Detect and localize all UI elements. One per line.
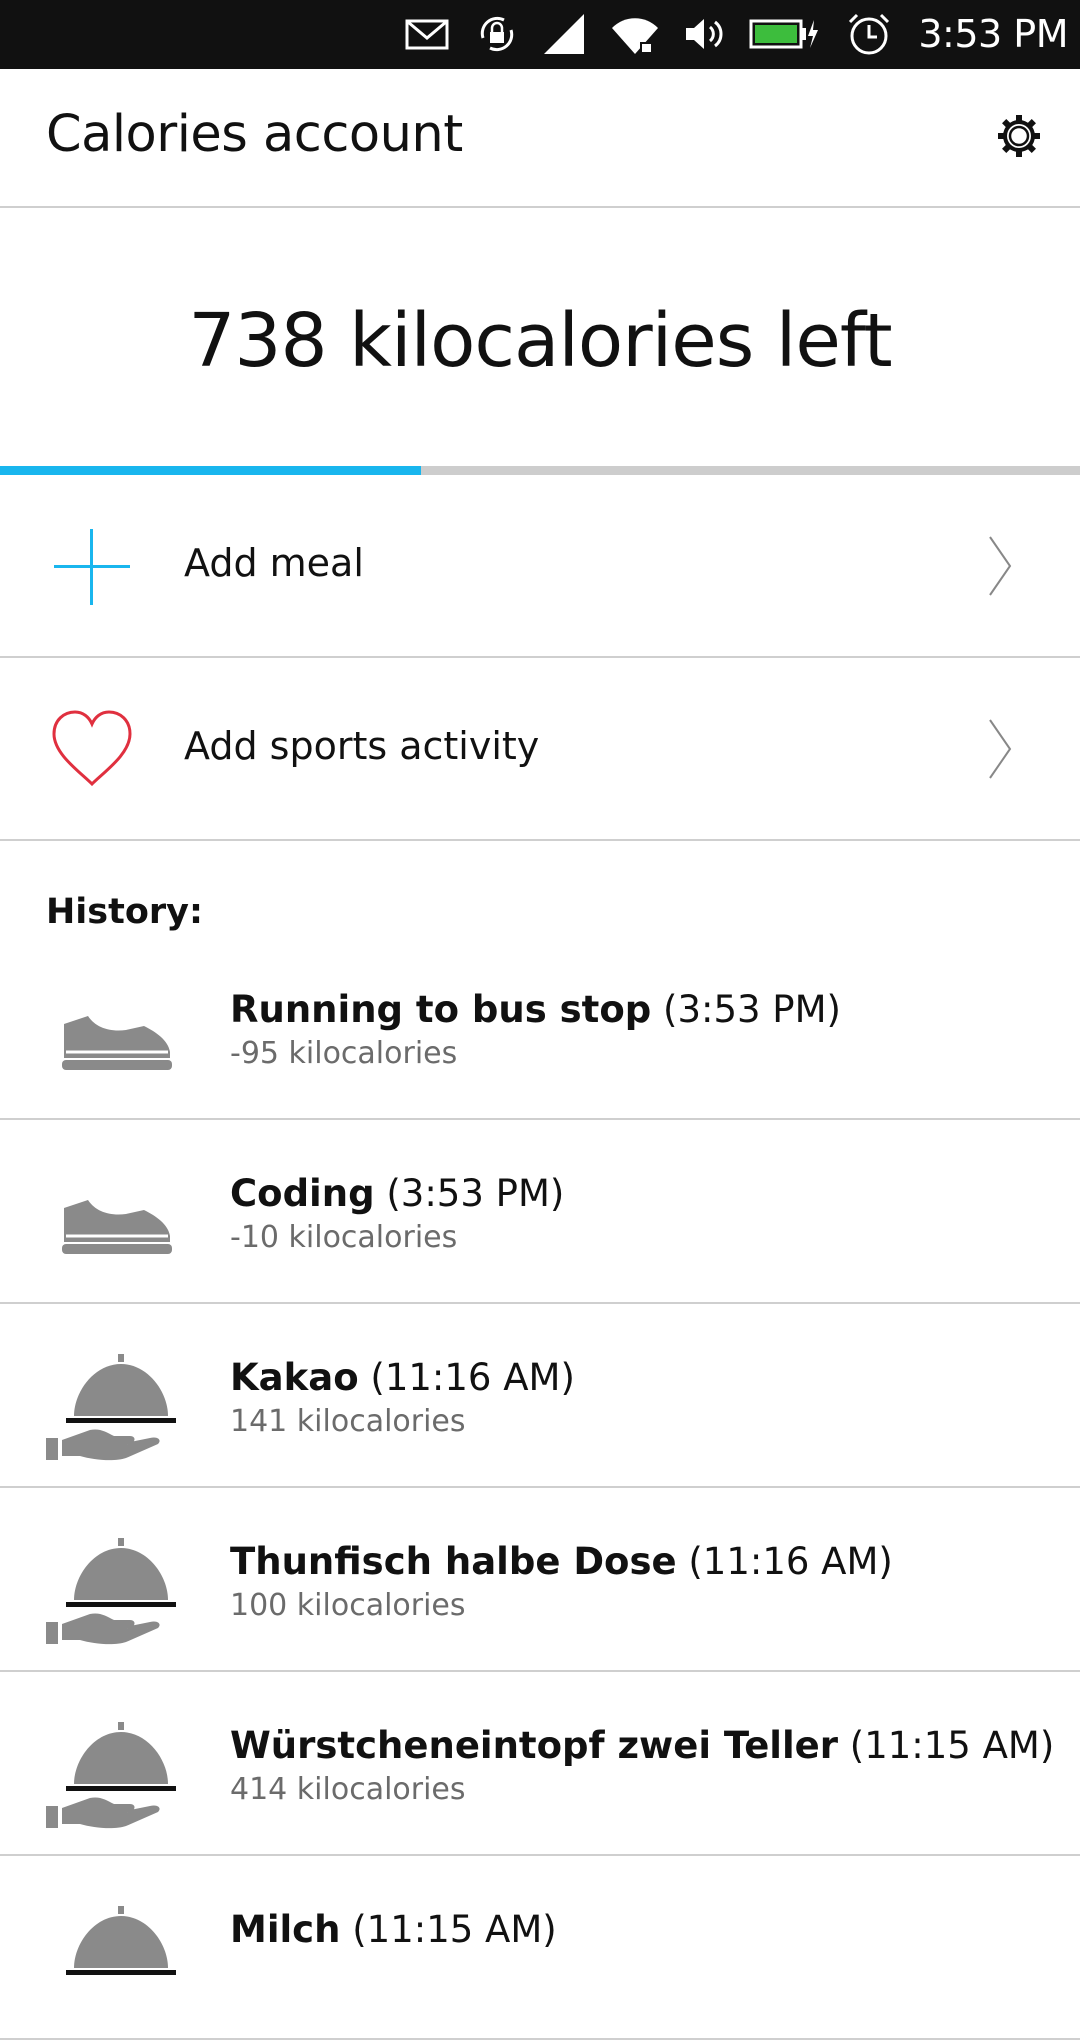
alarm-icon [848, 13, 890, 55]
history-item-name: Würstcheneintopf zwei Teller [230, 1724, 839, 1767]
gear-icon[interactable] [996, 113, 1042, 159]
history-item[interactable]: Thunfisch halbe Dose (11:16 AM) 100 kilo… [0, 1488, 1080, 1672]
sneaker-icon [62, 1014, 172, 1070]
history-item-name: Coding [230, 1172, 375, 1215]
signal-icon [544, 14, 584, 54]
wifi-icon [612, 18, 658, 54]
history-item-name: Kakao [230, 1356, 359, 1399]
add-meal-label: Add meal [184, 541, 364, 585]
served-meal-icon [46, 1722, 176, 1829]
sneaker-icon [62, 1198, 172, 1254]
history-item-title: Thunfisch halbe Dose (11:16 AM) [230, 1540, 893, 1583]
mail-icon [405, 19, 449, 50]
app-header: Calories account [0, 69, 1080, 208]
history-item-title: Milch (11:15 AM) [230, 1908, 557, 1951]
history-item[interactable]: Würstcheneintopf zwei Teller (11:15 AM) … [0, 1672, 1080, 1856]
calories-left-text: 738 kilocalories left [188, 298, 892, 384]
add-sports-activity-button[interactable]: Add sports activity [0, 658, 1080, 841]
history-item-title: Kakao (11:16 AM) [230, 1356, 575, 1399]
history-item-calories: -10 kilocalories [230, 1220, 458, 1255]
history-item-time: (11:15 AM) [352, 1908, 557, 1951]
served-meal-icon [66, 1906, 176, 1975]
history-item-title: Coding (3:53 PM) [230, 1172, 564, 1215]
history-item-name: Thunfisch halbe Dose [230, 1540, 677, 1583]
status-bar: 3:53 PM [0, 0, 1080, 69]
volume-icon [686, 19, 723, 49]
history-item-name: Running to bus stop [230, 988, 652, 1031]
chevron-right-icon [989, 719, 1012, 779]
calorie-progress-fill [0, 466, 422, 475]
history-item-calories: 100 kilocalories [230, 1588, 466, 1623]
history-heading: History: [46, 892, 203, 932]
history-item-name: Milch [230, 1908, 341, 1951]
add-sports-activity-label: Add sports activity [184, 724, 540, 768]
history-item[interactable]: Coding (3:53 PM) -10 kilocalories [0, 1120, 1080, 1304]
served-meal-icon [46, 1354, 176, 1461]
battery-charging-icon [749, 19, 818, 49]
calorie-progress-bar [0, 466, 1080, 475]
chevron-right-icon [989, 536, 1012, 596]
history-item-title: Running to bus stop (3:53 PM) [230, 988, 841, 1031]
history-item-calories: -95 kilocalories [230, 1036, 458, 1071]
history-item-time: (3:53 PM) [663, 988, 841, 1031]
history-item[interactable]: Kakao (11:16 AM) 141 kilocalories [0, 1304, 1080, 1488]
plus-icon [54, 529, 130, 605]
history-item-time: (11:16 AM) [370, 1356, 575, 1399]
served-meal-icon [46, 1538, 176, 1645]
history-item[interactable]: Milch (11:15 AM) [0, 1856, 1080, 2040]
status-time: 3:53 PM [918, 12, 1068, 56]
rotation-lock-icon [480, 16, 514, 52]
calorie-summary: 738 kilocalories left [0, 208, 1080, 466]
history-item-title: Würstcheneintopf zwei Teller (11:15 AM) [230, 1724, 1054, 1767]
history-item-calories: 414 kilocalories [230, 1772, 466, 1807]
history-item-calories: 141 kilocalories [230, 1404, 466, 1439]
history-item-time: (11:15 AM) [849, 1724, 1055, 1767]
add-meal-button[interactable]: Add meal [0, 475, 1080, 658]
history-item-time: (3:53 PM) [386, 1172, 565, 1215]
page-title: Calories account [46, 105, 463, 164]
history-item-time: (11:16 AM) [688, 1540, 893, 1583]
history-item[interactable]: Running to bus stop (3:53 PM) -95 kiloca… [0, 936, 1080, 1120]
heart-icon [52, 710, 132, 787]
